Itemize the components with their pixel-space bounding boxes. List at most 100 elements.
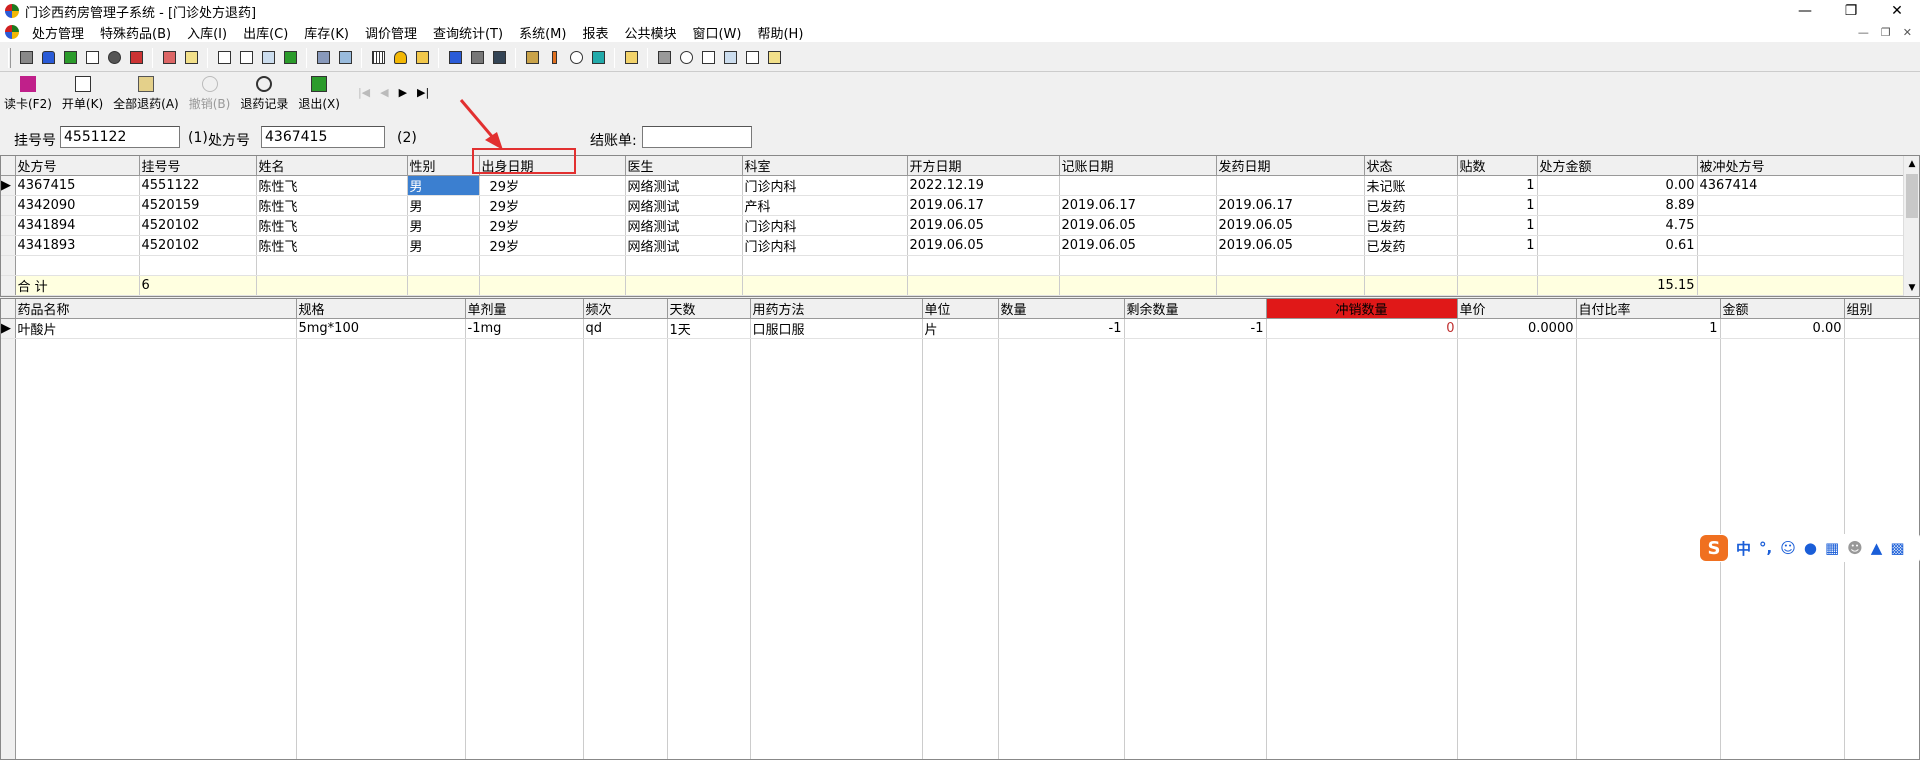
keyboard-icon[interactable]: ▦ — [1825, 539, 1839, 557]
approve-icon[interactable] — [281, 49, 299, 67]
col-prescribe-date[interactable]: 开方日期 — [907, 156, 1060, 176]
bottle-icon[interactable] — [39, 49, 57, 67]
menu-window[interactable]: 窗口(W) — [684, 23, 749, 42]
next-record-icon[interactable]: ▶ — [399, 86, 407, 99]
prev-record-icon[interactable]: ◀ — [380, 86, 388, 99]
cascade-windows-icon[interactable] — [721, 49, 739, 67]
col-rx-amount[interactable]: 处方金额 — [1537, 156, 1698, 176]
table-row[interactable]: 4341894 4520102 陈性飞 男 29岁 网络测试 门诊内科 2019… — [1, 215, 1906, 236]
rx-edit-icon[interactable] — [160, 49, 178, 67]
image-icon[interactable] — [589, 49, 607, 67]
mdi-restore-button[interactable]: ❐ — [1881, 26, 1891, 39]
col-group[interactable]: 组别 — [1844, 299, 1919, 319]
reg-no-input[interactable] — [60, 126, 180, 148]
menu-inventory[interactable]: 库存(K) — [296, 23, 357, 42]
col-name[interactable]: 姓名 — [256, 156, 408, 176]
col-quantity[interactable]: 数量 — [998, 299, 1125, 319]
maximize-button[interactable]: ❐ — [1828, 0, 1874, 22]
undo-button[interactable]: 撤销(B) — [189, 76, 230, 112]
menu-public[interactable]: 公共模块 — [616, 23, 684, 42]
menu-rx-management[interactable]: 处方管理 — [24, 23, 92, 42]
col-offset-qty[interactable]: 冲销数量 — [1266, 299, 1458, 319]
col-drug-name[interactable]: 药品名称 — [15, 299, 297, 319]
printer-icon[interactable] — [17, 49, 35, 67]
form-icon[interactable] — [215, 49, 233, 67]
microphone-icon[interactable]: ● — [1804, 539, 1817, 557]
col-spec[interactable]: 规格 — [296, 299, 466, 319]
binoculars-icon[interactable] — [105, 49, 123, 67]
mdi-minimize-button[interactable]: — — [1858, 26, 1869, 39]
close-button[interactable]: ✕ — [1874, 0, 1920, 22]
edit-doc-icon[interactable] — [83, 49, 101, 67]
menu-reports[interactable]: 报表 — [574, 23, 616, 42]
col-billing-date[interactable]: 记账日期 — [1059, 156, 1217, 176]
table-row[interactable]: 4342090 4520159 陈性飞 男 29岁 网络测试 产科 2019.0… — [1, 195, 1906, 216]
minimize-button[interactable]: — — [1782, 0, 1828, 22]
menu-query[interactable]: 查询统计(T) — [425, 23, 511, 42]
last-record-icon[interactable]: ▶| — [417, 86, 429, 99]
col-remaining[interactable]: 剩余数量 — [1124, 299, 1267, 319]
grid-icon[interactable] — [369, 49, 387, 67]
mdi-close-button[interactable]: ✕ — [1903, 26, 1912, 39]
menu-help[interactable]: 帮助(H) — [749, 23, 811, 42]
col-usage[interactable]: 用药方法 — [750, 299, 923, 319]
col-unit-price[interactable]: 单价 — [1457, 299, 1577, 319]
return-records-button[interactable]: 退药记录 — [240, 76, 288, 112]
checklist-icon[interactable] — [237, 49, 255, 67]
col-unit[interactable]: 单位 — [922, 299, 999, 319]
scroll-down-icon[interactable]: ▼ — [1904, 280, 1919, 296]
option-1-label[interactable]: (1) — [188, 130, 208, 146]
option-2-label[interactable]: (2) — [397, 130, 417, 146]
ime-mode-toggle[interactable]: 中 — [1736, 538, 1751, 559]
new-order-button[interactable]: 开单(K) — [62, 76, 103, 112]
first-record-icon[interactable]: |◀ — [358, 86, 370, 99]
table-row[interactable]: ▶ 4367415 4551122 陈性飞 男 29岁 网络测试 门诊内科 20… — [1, 175, 1906, 196]
folder-icon[interactable] — [622, 49, 640, 67]
col-self-pay-ratio[interactable]: 自付比率 — [1576, 299, 1721, 319]
tray-icon[interactable] — [523, 49, 541, 67]
truck-icon[interactable] — [490, 49, 508, 67]
table-row[interactable]: ▶ 叶酸片 5mg*100 -1mg qd 1天 口服口服 片 -1 -1 0 … — [1, 318, 1919, 339]
pill-pack-icon[interactable] — [127, 49, 145, 67]
col-department[interactable]: 科室 — [742, 156, 908, 176]
col-gender[interactable]: 性别 — [407, 156, 480, 176]
toolbar-grip[interactable] — [8, 47, 11, 68]
scroll-thumb[interactable] — [1906, 174, 1918, 218]
col-status[interactable]: 状态 — [1364, 156, 1458, 176]
ledger-icon[interactable] — [314, 49, 332, 67]
emoji-icon[interactable]: ☺ — [1780, 539, 1796, 557]
ime-punct-toggle[interactable]: °, — [1759, 539, 1772, 557]
note-edit-icon[interactable] — [743, 49, 761, 67]
scroll-up-icon[interactable]: ▲ — [1904, 156, 1919, 172]
exit-button[interactable]: 退出(X) — [298, 76, 340, 112]
col-rx-no[interactable]: 处方号 — [15, 156, 140, 176]
return-all-button[interactable]: 全部退药(A) — [113, 76, 179, 112]
col-doctor[interactable]: 医生 — [625, 156, 743, 176]
offset-qty-cell[interactable]: 0 — [1266, 318, 1458, 339]
gift-icon[interactable] — [446, 49, 464, 67]
col-doses[interactable]: 贴数 — [1457, 156, 1538, 176]
exit-door-icon[interactable] — [765, 49, 783, 67]
user-icon[interactable]: ☻ — [1847, 539, 1863, 557]
monitor-icon[interactable] — [336, 49, 354, 67]
check-box-icon[interactable] — [61, 49, 79, 67]
menu-price-adjust[interactable]: 调价管理 — [357, 23, 425, 42]
rx-no-input[interactable] — [261, 126, 385, 148]
pill-search-icon[interactable] — [468, 49, 486, 67]
col-frequency[interactable]: 频次 — [583, 299, 668, 319]
read-card-button[interactable]: 读卡(F2) — [4, 76, 52, 112]
bill-input[interactable] — [642, 126, 752, 148]
copy-icon[interactable] — [259, 49, 277, 67]
bell-icon[interactable] — [391, 49, 409, 67]
card-icon[interactable] — [182, 49, 200, 67]
col-amount[interactable]: 金额 — [1720, 299, 1845, 319]
menu-system[interactable]: 系统(M) — [511, 23, 574, 42]
zoom-icon[interactable] — [677, 49, 695, 67]
skin-icon[interactable]: ▲ — [1871, 539, 1883, 557]
list-icon[interactable] — [699, 49, 717, 67]
col-days[interactable]: 天数 — [667, 299, 751, 319]
table-row[interactable]: 4341893 4520102 陈性飞 男 29岁 网络测试 门诊内科 2019… — [1, 235, 1906, 256]
menu-stock-in[interactable]: 入库(I) — [179, 23, 235, 42]
toolbox-icon[interactable]: ▩ — [1890, 539, 1904, 557]
menu-stock-out[interactable]: 出库(C) — [235, 23, 296, 42]
